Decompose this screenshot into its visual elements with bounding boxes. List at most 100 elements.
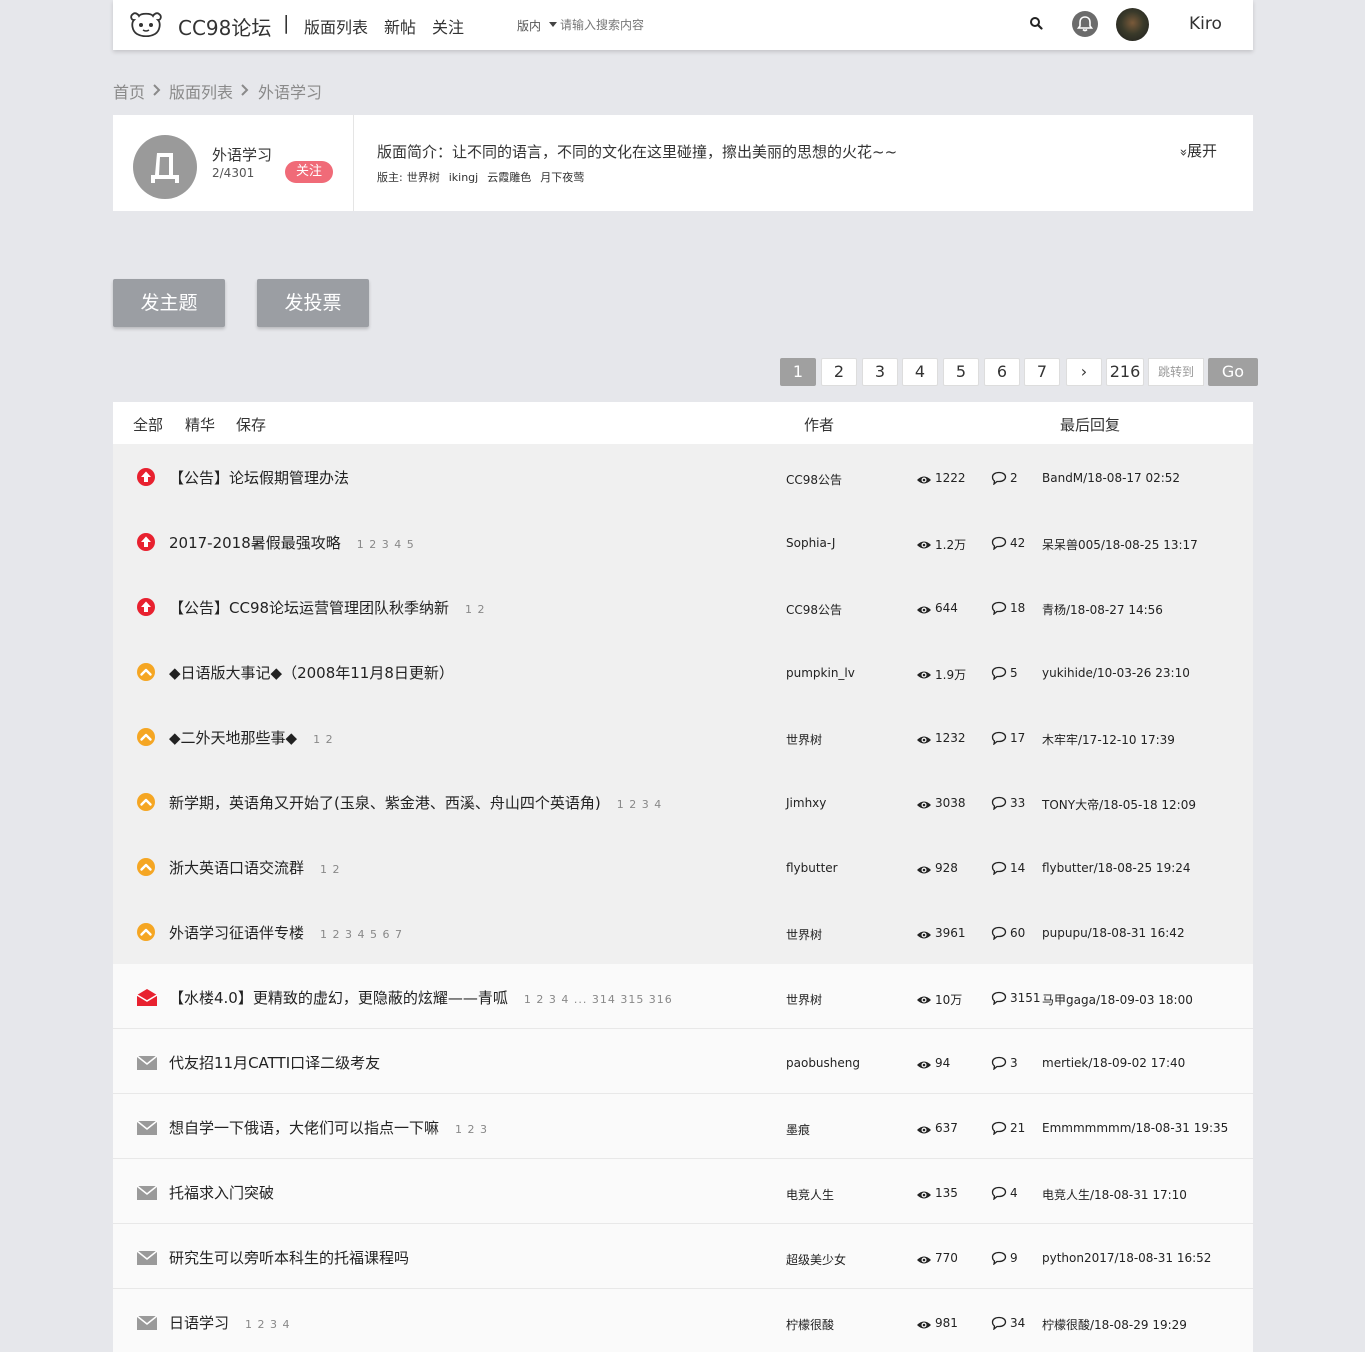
topic-page-links[interactable]: 1 2 3 4 (617, 798, 662, 811)
topic-row[interactable]: 【公告】论坛假期管理办法 CC98公告 1222 2 BandM/18-08-1… (113, 444, 1253, 509)
topic-row[interactable]: 想自学一下俄语，大佬们可以指点一下嘛 1 2 3 墨痕 637 21 Emmmmm… (113, 1094, 1253, 1159)
topic-author[interactable]: 世界树 (786, 926, 822, 943)
topic-title[interactable]: 托福求入门突破 (169, 1182, 274, 1203)
topic-page-links[interactable]: 1 2 3 4 ... 314 315 316 (524, 993, 673, 1006)
moderator-link[interactable]: ikingj (449, 171, 479, 184)
page-go-button[interactable]: Go (1208, 358, 1258, 386)
topic-title[interactable]: 【公告】CC98论坛运营管理团队秋季纳新 1 2 (169, 597, 486, 618)
topic-row[interactable]: ◆日语版大事记◆（2008年11月8日更新） pumpkin_lv 1.9万 5… (113, 639, 1253, 704)
topic-author[interactable]: pumpkin_lv (786, 666, 855, 680)
topic-title[interactable]: 日语学习 1 2 3 4 (169, 1312, 291, 1333)
expand-button[interactable]: »展开 (1175, 140, 1217, 161)
topic-title[interactable]: 2017-2018暑假最强攻略 1 2 3 4 5 (169, 532, 415, 553)
page-jump-input[interactable]: 跳转到 (1148, 358, 1204, 386)
moderator-link[interactable]: 云霞雕色 (487, 171, 531, 184)
topic-row[interactable]: 日语学习 1 2 3 4 柠檬很酸 981 34 柠檬很酸/18-08-29 19… (113, 1289, 1253, 1352)
topic-page-links[interactable]: 1 2 3 4 5 (357, 538, 415, 551)
moderator-link[interactable]: 世界树 (407, 171, 440, 184)
topic-title[interactable]: 代友招11月CATTI口译二级考友 (169, 1052, 380, 1073)
topic-title[interactable]: 外语学习征语伴专楼 1 2 3 4 5 6 7 (169, 922, 403, 943)
topic-author[interactable]: 墨痕 (786, 1121, 810, 1138)
topic-last-reply[interactable]: 呆呆兽005/18-08-25 13:17 (1042, 536, 1198, 553)
next-page-button[interactable]: › (1066, 358, 1102, 386)
topic-page-links[interactable]: 1 2 3 4 5 6 7 (320, 928, 403, 941)
topic-last-reply[interactable]: BandM/18-08-17 02:52 (1042, 471, 1180, 485)
topic-row[interactable]: 【公告】CC98论坛运营管理团队秋季纳新 1 2 CC98公告 644 18 青杨… (113, 574, 1253, 639)
topic-row[interactable]: 2017-2018暑假最强攻略 1 2 3 4 5 Sophia-J 1.2万 4… (113, 509, 1253, 574)
search-input[interactable] (560, 14, 980, 36)
topic-last-reply[interactable]: 电竞人生/18-08-31 17:10 (1042, 1186, 1187, 1203)
tab-all[interactable]: 全部 (133, 414, 163, 435)
cc98-logo-icon[interactable] (128, 11, 164, 37)
topic-last-reply[interactable]: Emmmmmmm/18-08-31 19:35 (1042, 1121, 1228, 1135)
topic-title[interactable]: 研究生可以旁听本科生的托福课程吗 (169, 1247, 409, 1268)
topic-title[interactable]: 【水楼4.0】更精致的虚幻，更隐蔽的炫耀——青呱 1 2 3 4 ... 314 … (169, 987, 673, 1008)
topic-last-reply[interactable]: TONY大帝/18-05-18 12:09 (1042, 796, 1196, 813)
tab-featured[interactable]: 精华 (185, 414, 215, 435)
page-button[interactable]: 1 (780, 358, 816, 386)
topic-last-reply[interactable]: python2017/18-08-31 16:52 (1042, 1251, 1211, 1265)
page-button[interactable]: 4 (902, 358, 938, 386)
topic-page-links[interactable]: 1 2 3 4 (245, 1318, 290, 1331)
topic-title[interactable]: 浙大英语口语交流群 1 2 (169, 857, 341, 878)
username[interactable]: Kiro (1189, 14, 1222, 34)
new-topic-button[interactable]: 发主题 (113, 279, 225, 327)
topic-page-links[interactable]: 1 2 (320, 863, 341, 876)
new-vote-button[interactable]: 发投票 (257, 279, 369, 327)
topic-last-reply[interactable]: yukihide/10-03-26 23:10 (1042, 666, 1190, 680)
topic-last-reply[interactable]: 木牢牢/17-12-10 17:39 (1042, 731, 1175, 748)
topic-title[interactable]: 新学期，英语角又开始了(玉泉、紫金港、西溪、舟山四个英语角) 1 2 3 4 (169, 792, 662, 813)
breadcrumb-home[interactable]: 首页 (113, 79, 145, 103)
topic-title[interactable]: 想自学一下俄语，大佬们可以指点一下嘛 1 2 3 (169, 1117, 488, 1138)
topic-row[interactable]: 浙大英语口语交流群 1 2 flybutter 928 14 flybutter/… (113, 834, 1253, 899)
topic-page-links[interactable]: 1 2 (313, 733, 334, 746)
tab-saved[interactable]: 保存 (236, 414, 266, 435)
follow-board-button[interactable]: 关注 (285, 161, 333, 183)
breadcrumb-current-board[interactable]: 外语学习 (258, 79, 322, 103)
topic-author[interactable]: Jimhxy (786, 796, 826, 810)
page-button[interactable]: 6 (984, 358, 1020, 386)
topic-page-links[interactable]: 1 2 3 (455, 1123, 488, 1136)
caret-down-icon[interactable] (549, 22, 557, 27)
topic-row[interactable]: ◆二外天地那些事◆ 1 2 世界树 1232 17 木牢牢/17-12-10 17… (113, 704, 1253, 769)
page-button[interactable]: 7 (1024, 358, 1060, 386)
topic-last-reply[interactable]: 青杨/18-08-27 14:56 (1042, 601, 1163, 618)
topic-author[interactable]: 超级美少女 (786, 1251, 846, 1268)
topic-page-links[interactable]: 1 2 (465, 603, 486, 616)
moderator-link[interactable]: 月下夜莺 (540, 171, 584, 184)
nav-following[interactable]: 关注 (432, 14, 464, 38)
topic-last-reply[interactable]: flybutter/18-08-25 19:24 (1042, 861, 1191, 875)
topic-author[interactable]: Sophia-J (786, 536, 835, 550)
nav-board-list[interactable]: 版面列表 (304, 14, 368, 38)
topic-title[interactable]: ◆日语版大事记◆（2008年11月8日更新） (169, 662, 454, 683)
topic-last-reply[interactable]: mertiek/18-09-02 17:40 (1042, 1056, 1185, 1070)
topic-row[interactable]: 新学期，英语角又开始了(玉泉、紫金港、西溪、舟山四个英语角) 1 2 3 4 Ji… (113, 769, 1253, 834)
page-button[interactable]: 5 (943, 358, 979, 386)
topic-last-reply[interactable]: 柠檬很酸/18-08-29 19:29 (1042, 1316, 1187, 1333)
topic-author[interactable]: 电竞人生 (786, 1186, 834, 1203)
last-page-button[interactable]: 216 (1106, 358, 1144, 386)
topic-row[interactable]: 研究生可以旁听本科生的托福课程吗 超级美少女 770 9 python2017/… (113, 1224, 1253, 1289)
topic-row[interactable]: 外语学习征语伴专楼 1 2 3 4 5 6 7 世界树 3961 60 pupup… (113, 899, 1253, 964)
topic-row[interactable]: 【水楼4.0】更精致的虚幻，更隐蔽的炫耀——青呱 1 2 3 4 ... 314 … (113, 964, 1253, 1029)
brand-title[interactable]: CC98论坛 (178, 12, 271, 41)
topic-row[interactable]: 托福求入门突破 电竞人生 135 4 电竞人生/18-08-31 17:10 (113, 1159, 1253, 1224)
nav-new-posts[interactable]: 新帖 (384, 14, 416, 38)
topic-author[interactable]: flybutter (786, 861, 838, 875)
topic-author[interactable]: 世界树 (786, 731, 822, 748)
topic-author[interactable]: 世界树 (786, 991, 822, 1008)
topic-author[interactable]: CC98公告 (786, 601, 842, 618)
page-button[interactable]: 3 (862, 358, 898, 386)
topic-last-reply[interactable]: 马甲gaga/18-09-03 18:00 (1042, 991, 1193, 1008)
topic-title[interactable]: 【公告】论坛假期管理办法 (169, 467, 349, 488)
page-button[interactable]: 2 (821, 358, 857, 386)
search-scope-select[interactable]: 版内 (517, 17, 541, 34)
notification-button[interactable] (1072, 11, 1098, 37)
topic-author[interactable]: paobusheng (786, 1056, 860, 1070)
topic-last-reply[interactable]: pupupu/18-08-31 16:42 (1042, 926, 1185, 940)
topic-author[interactable]: 柠檬很酸 (786, 1316, 834, 1333)
user-avatar[interactable] (1116, 8, 1149, 41)
topic-author[interactable]: CC98公告 (786, 471, 842, 488)
breadcrumb-board-list[interactable]: 版面列表 (169, 79, 233, 103)
search-icon[interactable] (1029, 16, 1043, 30)
